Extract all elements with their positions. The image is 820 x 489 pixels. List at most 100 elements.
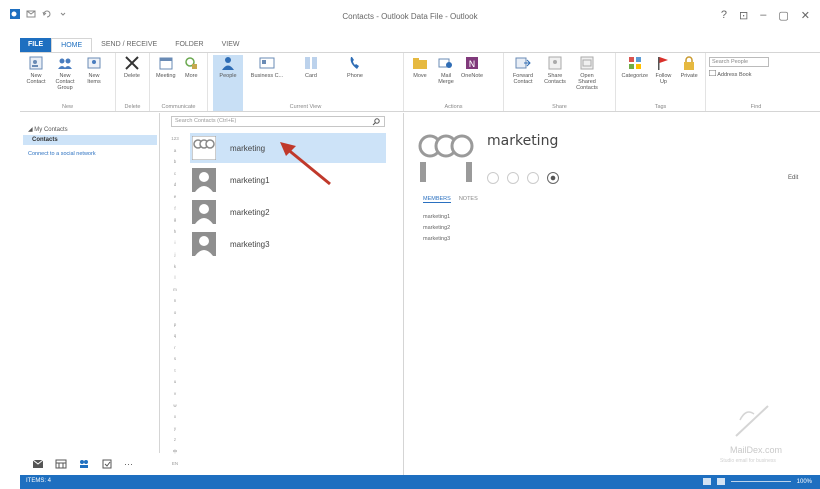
alpha-index-item[interactable]: o	[167, 307, 183, 319]
tab-members[interactable]: MEMBERS	[423, 196, 451, 203]
alpha-index-item[interactable]: a	[167, 145, 183, 157]
alpha-index-item[interactable]: c	[167, 168, 183, 180]
tab-folder[interactable]: FOLDER	[166, 38, 212, 52]
tab-send-receive[interactable]: SEND / RECEIVE	[92, 38, 166, 52]
share-contacts-button[interactable]: Share Contacts	[541, 55, 569, 111]
ribbon-group-current-view: People Business C... Card Phone Current …	[208, 53, 404, 111]
alpha-index-item[interactable]: 123	[167, 133, 183, 145]
view-phone-button[interactable]: Phone	[335, 55, 375, 111]
onenote-button[interactable]: N OneNote	[461, 55, 483, 111]
members-list: marketing1 marketing2 marketing3	[423, 214, 450, 247]
alpha-index-item[interactable]: y	[167, 423, 183, 435]
delete-button[interactable]: Delete	[121, 55, 143, 111]
alpha-index-item[interactable]: j	[167, 249, 183, 261]
alpha-index-item[interactable]: EN	[167, 458, 183, 470]
my-contacts-header[interactable]: ◢ My Contacts	[28, 126, 68, 133]
reading-view-icon[interactable]	[716, 478, 725, 485]
alpha-index-item[interactable]: g	[167, 214, 183, 226]
minimize-button[interactable]: –	[760, 9, 766, 22]
contact-card[interactable]: marketing2	[190, 197, 386, 227]
more-nav-button[interactable]: ···	[124, 459, 133, 469]
member-item[interactable]: marketing3	[423, 236, 450, 247]
zoom-level[interactable]: 100%	[797, 479, 812, 485]
pane-divider[interactable]	[403, 113, 404, 475]
alpha-index-item[interactable]: i	[167, 237, 183, 249]
member-item[interactable]: marketing2	[423, 225, 450, 236]
connect-social-network-link[interactable]: Connect to a social network	[28, 151, 96, 157]
new-contact-group-button[interactable]: New Contact Group	[51, 55, 79, 111]
alpha-index-item[interactable]: d	[167, 179, 183, 191]
more-button[interactable]: More	[181, 55, 203, 111]
mail-merge-icon	[438, 58, 452, 68]
alpha-index-item[interactable]: t	[167, 365, 183, 377]
open-shared-contacts-icon	[580, 56, 594, 70]
ribbon-display-options-button[interactable]: ⊡	[739, 9, 748, 22]
mail-merge-button[interactable]: Mail Merge	[435, 55, 457, 111]
im-icon[interactable]	[487, 172, 499, 184]
zoom-slider[interactable]	[730, 481, 791, 482]
card-icon	[305, 57, 317, 69]
ribbon-group-communicate: Meeting More Communicate	[150, 53, 208, 111]
view-people-button[interactable]: People	[213, 55, 243, 111]
normal-view-icon[interactable]	[702, 478, 711, 485]
alpha-index-item[interactable]: f	[167, 203, 183, 215]
calendar-icon[interactable]	[55, 459, 67, 469]
alpha-index-item[interactable]: b	[167, 156, 183, 168]
new-items-button[interactable]: New Items	[83, 55, 105, 111]
alpha-index-item[interactable]: 中	[167, 446, 183, 458]
email-icon[interactable]	[547, 172, 559, 184]
tab-file[interactable]: FILE	[20, 38, 52, 52]
categorize-icon	[628, 57, 641, 69]
contact-card[interactable]: marketing3	[190, 229, 386, 259]
address-book-button[interactable]: Address Book	[708, 69, 803, 78]
tab-notes[interactable]: NOTES	[459, 196, 478, 203]
call-icon[interactable]	[507, 172, 519, 184]
open-shared-contacts-button[interactable]: Open Shared Contacts	[573, 55, 601, 111]
new-contact-button[interactable]: New Contact	[25, 55, 47, 111]
contact-group-large-avatar-icon	[418, 128, 474, 184]
alpha-index-item[interactable]: n	[167, 295, 183, 307]
view-business-card-button[interactable]: Business C...	[247, 55, 287, 111]
search-icon[interactable]	[372, 118, 380, 126]
tab-view[interactable]: VIEW	[213, 38, 249, 52]
ribbon-group-find: Search People Address Book Find	[706, 53, 806, 111]
follow-up-button[interactable]: Follow Up	[653, 55, 675, 111]
alpha-index-item[interactable]: x	[167, 411, 183, 423]
tab-home[interactable]: HOME	[51, 38, 93, 52]
people-nav-icon[interactable]	[78, 459, 90, 469]
alpha-index-item[interactable]: r	[167, 342, 183, 354]
alpha-index-item[interactable]: w	[167, 400, 183, 412]
member-item[interactable]: marketing1	[423, 214, 450, 225]
alpha-index-item[interactable]: l	[167, 272, 183, 284]
contacts-folder[interactable]: Contacts	[23, 135, 157, 145]
alpha-index-item[interactable]: e	[167, 191, 183, 203]
close-button[interactable]: ✕	[801, 9, 810, 22]
alpha-index-item[interactable]: s	[167, 353, 183, 365]
alpha-index-item[interactable]: q	[167, 330, 183, 342]
help-button[interactable]: ?	[721, 9, 727, 22]
edit-contact-link[interactable]: Edit	[788, 175, 798, 181]
categorize-button[interactable]: Categorize	[621, 55, 649, 111]
alpha-index-item[interactable]: z	[167, 434, 183, 446]
forward-contact-button[interactable]: Forward Contact	[509, 55, 537, 111]
move-button[interactable]: Move	[409, 55, 431, 111]
alpha-index-item[interactable]: m	[167, 284, 183, 296]
alpha-index-item[interactable]: k	[167, 261, 183, 273]
restore-button[interactable]: ▢	[778, 9, 788, 22]
contact-avatar-icon	[192, 168, 216, 192]
tasks-icon[interactable]	[101, 459, 113, 469]
alpha-index-item[interactable]: h	[167, 226, 183, 238]
search-contacts-input[interactable]: Search Contacts (Ctrl+E)	[171, 116, 385, 127]
video-icon[interactable]	[527, 172, 539, 184]
business-card-icon	[259, 57, 275, 69]
contact-avatar-icon	[192, 200, 216, 224]
alpha-index-item[interactable]: v	[167, 388, 183, 400]
share-contacts-icon	[548, 56, 562, 70]
alpha-index-item[interactable]: p	[167, 319, 183, 331]
mail-icon[interactable]	[32, 459, 44, 469]
alpha-index-item[interactable]: u	[167, 376, 183, 388]
view-card-button[interactable]: Card	[291, 55, 331, 111]
private-button[interactable]: Private	[678, 55, 700, 111]
search-people-input[interactable]: Search People	[709, 57, 769, 67]
meeting-button[interactable]: Meeting	[155, 55, 177, 111]
